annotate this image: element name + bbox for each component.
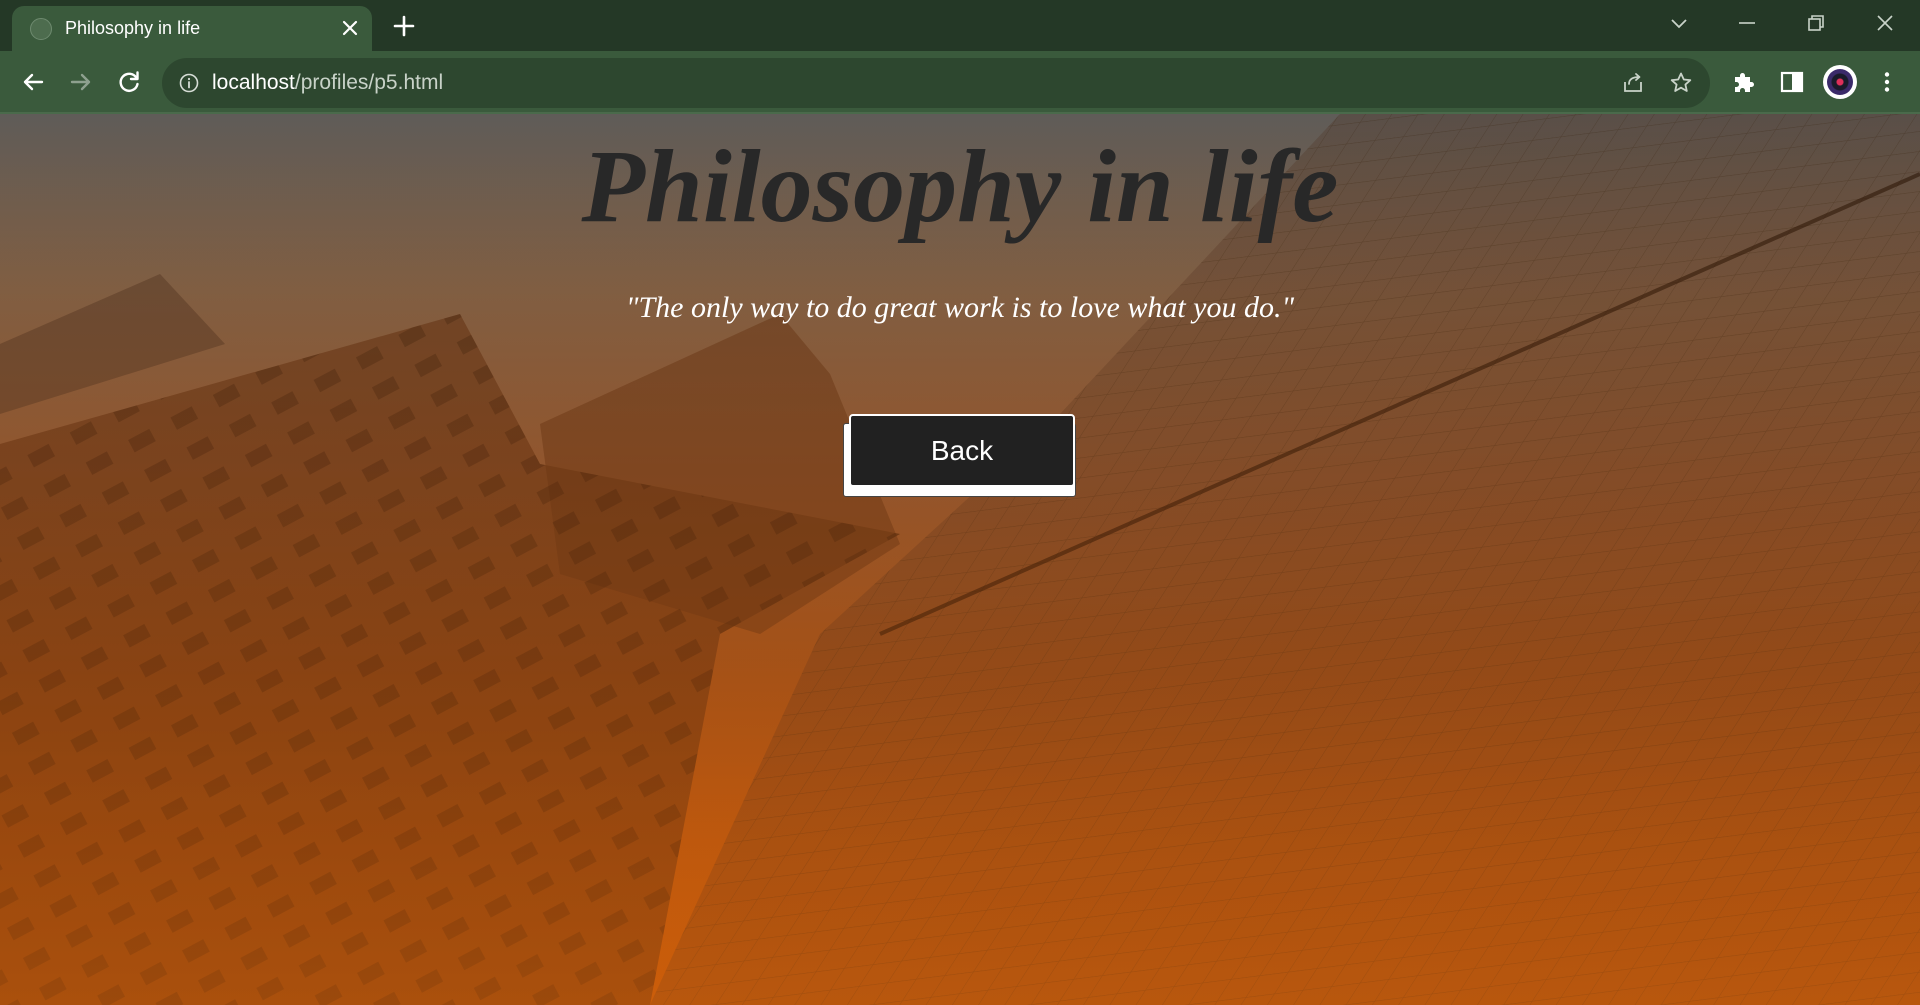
arrow-right-icon[interactable] — [66, 67, 96, 97]
page-title: Philosophy in life — [581, 129, 1339, 244]
globe-icon — [30, 18, 52, 40]
puzzle-icon[interactable] — [1729, 67, 1759, 97]
share-icon[interactable] — [1620, 70, 1646, 96]
restore-icon[interactable] — [1801, 8, 1831, 38]
browser-toolbar: localhost/profiles/p5.html — [0, 51, 1920, 114]
reload-icon[interactable] — [114, 67, 144, 97]
tab-strip: Philosophy in life — [0, 0, 1920, 51]
url-path: /profiles/p5.html — [294, 71, 444, 94]
window-close-icon[interactable] — [1870, 8, 1900, 38]
browser-window: Philosophy in life localhost/profiles/p5… — [0, 0, 1920, 1005]
kebab-menu-icon[interactable] — [1872, 67, 1902, 97]
side-panel-icon[interactable] — [1777, 67, 1807, 97]
back-button[interactable]: Back — [849, 414, 1075, 487]
avatar[interactable] — [1823, 65, 1857, 99]
arrow-left-icon[interactable] — [18, 67, 48, 97]
plus-icon[interactable] — [390, 12, 418, 40]
url-text: localhost/profiles/p5.html — [212, 70, 443, 96]
url-host: localhost — [212, 71, 295, 94]
tab-active[interactable]: Philosophy in life — [12, 6, 372, 51]
close-icon[interactable] — [338, 16, 362, 40]
tab-search-icon[interactable] — [1664, 8, 1694, 38]
star-icon[interactable] — [1668, 70, 1694, 96]
address-bar[interactable]: localhost/profiles/p5.html — [162, 58, 1710, 108]
info-icon[interactable] — [178, 72, 200, 94]
tab-title: Philosophy in life — [65, 18, 201, 38]
minimize-icon[interactable] — [1732, 8, 1762, 38]
page-viewport: Philosophy in life "The only way to do g… — [0, 114, 1920, 1005]
quote-text: "The only way to do great work is to lov… — [625, 291, 1295, 324]
